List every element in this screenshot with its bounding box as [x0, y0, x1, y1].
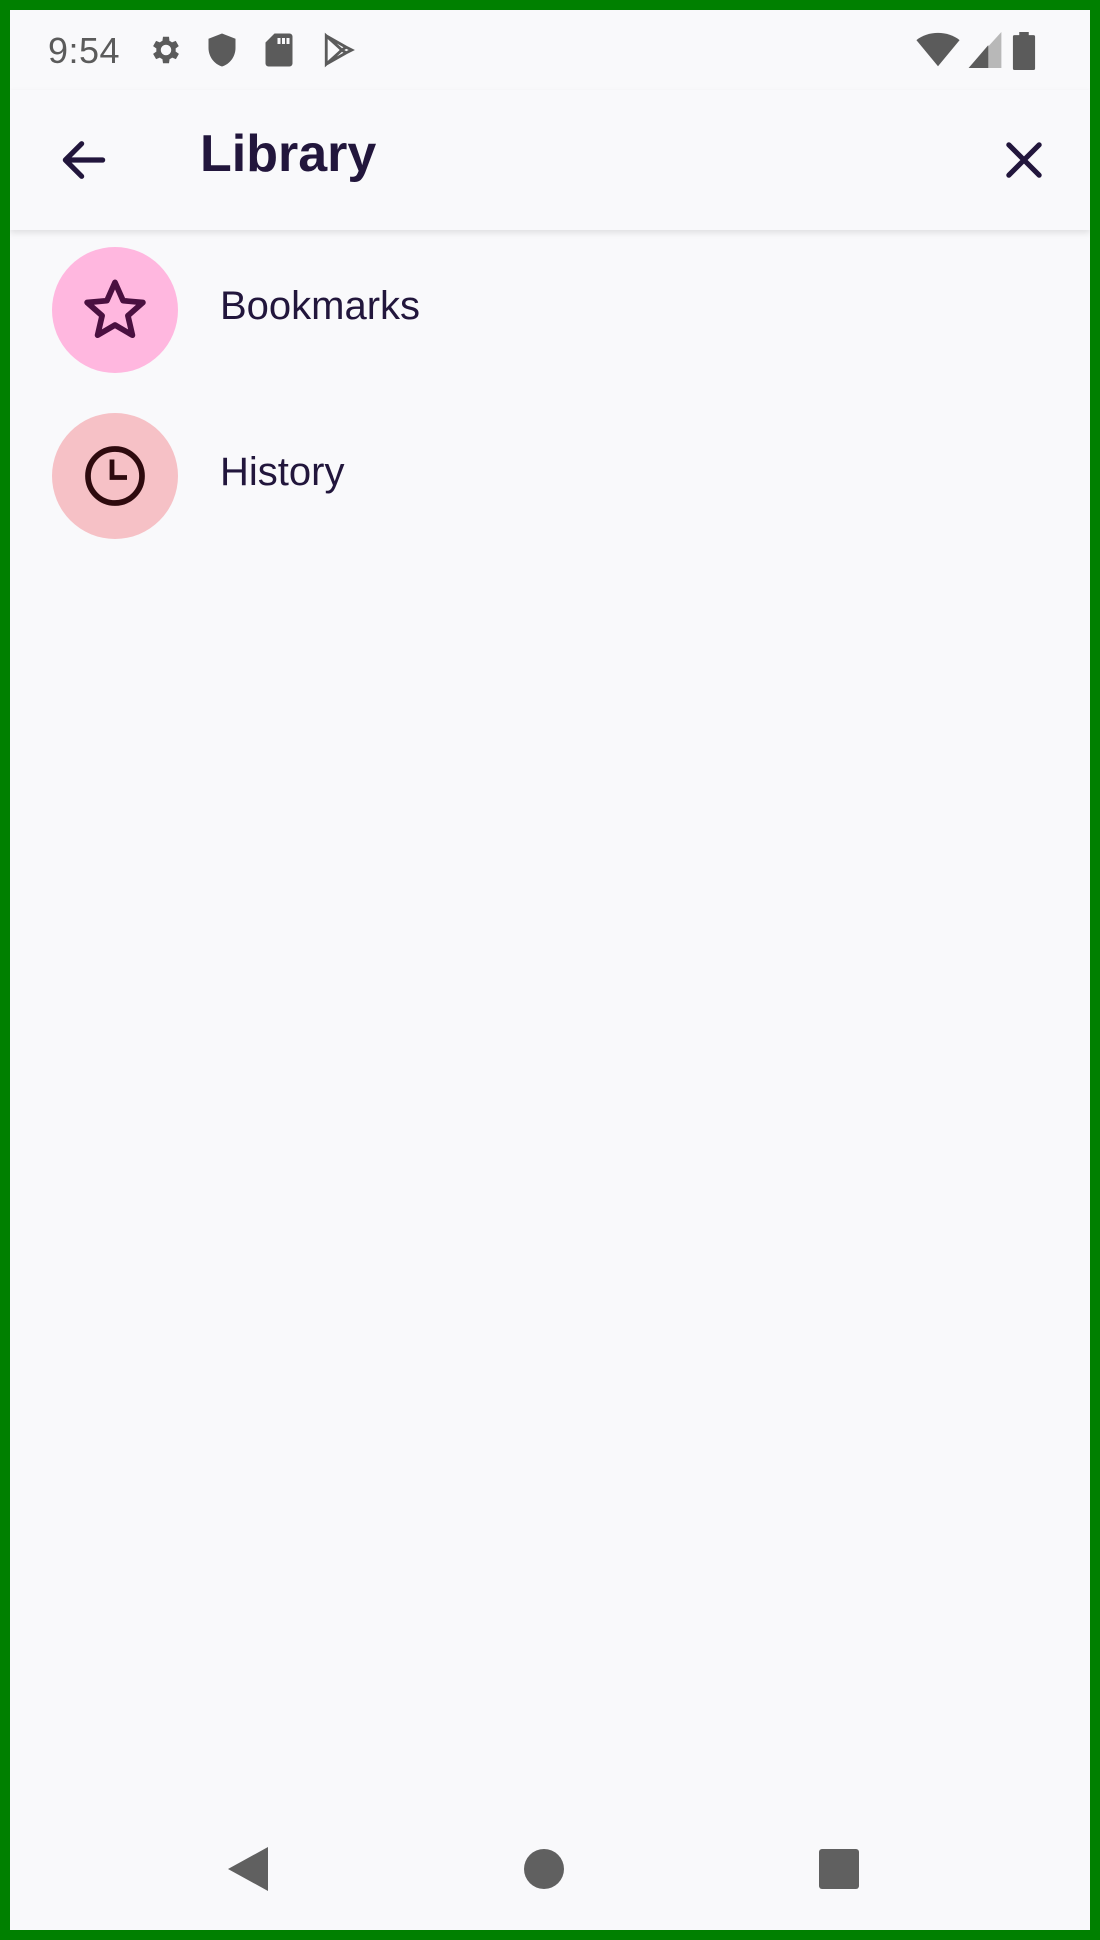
nav-back-button[interactable]: [224, 1844, 272, 1899]
clock-icon: [85, 446, 145, 506]
list-item-label: History: [220, 450, 345, 494]
close-button[interactable]: [996, 132, 1052, 188]
status-time: 9:54: [48, 30, 121, 71]
bookmarks-avatar: [52, 247, 178, 373]
back-triangle-icon: [228, 1847, 268, 1891]
phone-screen: 9:54 Library Bookmarks History: [10, 10, 1090, 1930]
shield-icon: [206, 32, 238, 73]
list-item-label: Bookmarks: [220, 284, 421, 328]
play-store-icon: [322, 32, 356, 73]
close-icon: [1006, 142, 1042, 178]
nav-recents-button[interactable]: [814, 1844, 864, 1899]
arrow-left-icon: [62, 141, 106, 179]
wifi-icon: [916, 32, 960, 73]
recents-square-icon: [819, 1849, 859, 1889]
list-item-history[interactable]: History: [10, 396, 1090, 556]
page-title: Library: [200, 125, 377, 183]
home-circle-icon: [524, 1849, 564, 1889]
status-bar: 9:54: [10, 10, 1090, 90]
sd-card-icon: [264, 32, 294, 73]
system-nav-bar: [10, 1810, 1090, 1930]
star-icon: [84, 279, 146, 339]
back-button[interactable]: [56, 132, 112, 188]
gear-icon: [148, 32, 184, 73]
nav-home-button[interactable]: [519, 1844, 569, 1899]
battery-icon: [1012, 32, 1036, 75]
cell-signal-icon: [968, 32, 1002, 73]
app-bar: Library: [10, 90, 1090, 230]
history-avatar: [52, 413, 178, 539]
list-item-bookmarks[interactable]: Bookmarks: [10, 230, 1090, 390]
